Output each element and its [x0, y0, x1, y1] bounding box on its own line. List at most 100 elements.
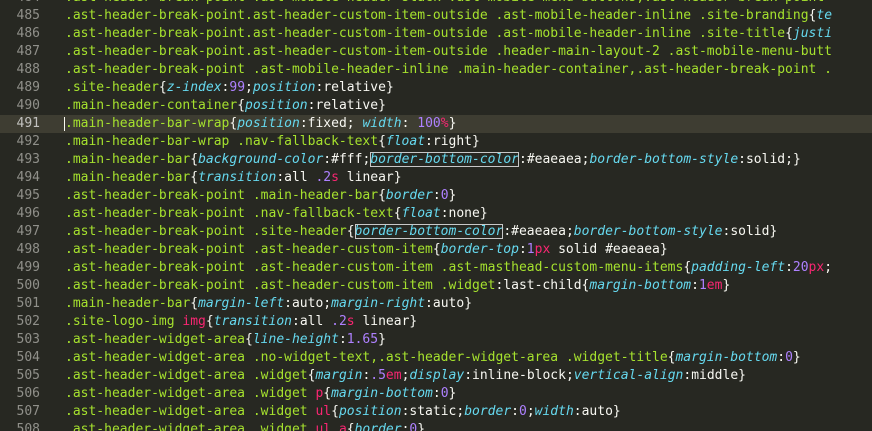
code-text[interactable]: .main-header-bar-wrap{position:fixed; wi… [65, 115, 456, 133]
code-token: : [299, 116, 308, 131]
code-token: : [518, 152, 527, 167]
code-line[interactable]: 499 .ast-header-break-point .ast-header-c… [0, 259, 872, 277]
code-text[interactable]: .ast-header-break-point.ast-header-custo… [65, 7, 832, 25]
code-text[interactable]: .main-header-bar{transition:all .2s line… [65, 169, 402, 187]
code-line[interactable]: 484 .ast-header-break-point .ast-mobile-h… [0, 0, 872, 7]
code-token: :last-child{ [495, 278, 590, 293]
code-text[interactable]: .ast-header-break-point .nav-fallback-te… [65, 205, 488, 223]
code-line[interactable]: 490 .main-header-container{position:relat… [0, 97, 872, 115]
line-number: 486 [16, 26, 40, 41]
code-token: : [518, 242, 527, 257]
code-token: #eaeaea [511, 224, 566, 239]
code-token: .main-header-bar [65, 296, 191, 311]
code-token: { [190, 296, 199, 311]
code-text[interactable]: .ast-header-widget-area .widget p{margin… [65, 385, 456, 403]
line-number: 495 [16, 188, 40, 203]
code-line[interactable]: 503 .ast-header-widget-area{line-height:1… [0, 331, 872, 349]
code-text[interactable]: .ast-header-widget-area .widget ul{posit… [65, 403, 621, 421]
code-token: .ast-header-break-point .site-header [65, 224, 347, 239]
code-token: .main-header-bar [65, 170, 191, 185]
code-line[interactable]: 495 .ast-header-break-point .main-header-… [0, 187, 872, 205]
code-token: .ast-header-widget-area .widget [65, 422, 316, 431]
code-text[interactable]: .ast-header-widget-area .widget{margin:.… [65, 367, 746, 385]
code-token: : [511, 404, 519, 419]
code-line[interactable]: 502 .site-logo-img img{transition:all .2s… [0, 313, 872, 331]
code-text[interactable]: .ast-header-widget-area .no-widget-text,… [65, 349, 801, 367]
code-text[interactable]: .main-header-bar{margin-left:auto;margin… [65, 295, 472, 313]
code-token: .ast-header-break-point.ast-header-custo… [65, 8, 809, 23]
code-token: { [683, 260, 692, 275]
code-line[interactable]: 497 .ast-header-break-point .site-header{… [0, 223, 872, 241]
code-token: { [785, 26, 793, 41]
code-token: .ast-header-widget-area [65, 332, 246, 347]
code-text[interactable]: .main-header-bar-wrap .nav-fallback-text… [65, 133, 480, 151]
code-token: border-top [440, 242, 519, 257]
code-text[interactable]: .main-header-bar{background-color:#fff;b… [65, 151, 801, 169]
code-token: display [409, 368, 465, 383]
code-token: : [738, 152, 746, 167]
code-line[interactable]: 487 .ast-header-break-point.ast-header-cu… [0, 43, 872, 61]
code-text[interactable]: .ast-header-break-point .ast-mobile-head… [65, 61, 832, 79]
code-line[interactable]: 506 .ast-header-widget-area .widget p{mar… [0, 385, 872, 403]
line-number: 508 [16, 422, 40, 431]
code-token: : [276, 170, 285, 185]
code-token: 99 [229, 80, 246, 95]
code-text[interactable]: .ast-header-break-point.ast-header-custo… [65, 43, 832, 61]
code-token: } [769, 224, 778, 239]
code-token: { [378, 134, 386, 149]
code-text[interactable]: .ast-header-break-point .site-header{bor… [65, 223, 777, 241]
code-line[interactable]: 505 .ast-header-widget-area .widget{margi… [0, 367, 872, 385]
code-line[interactable]: 507 .ast-header-widget-area .widget ul{po… [0, 403, 872, 421]
code-line[interactable]: 493 .main-header-bar{background-color:#ff… [0, 151, 872, 169]
code-line-active[interactable]: 491 .main-header-bar-wrap{position:fixed;… [0, 115, 872, 133]
code-token: .2 [315, 170, 332, 185]
code-line[interactable]: 498 .ast-header-break-point .ast-header-c… [0, 241, 872, 259]
code-token: : [440, 206, 449, 221]
code-line[interactable]: 494 .main-header-bar{transition:all .2s l… [0, 169, 872, 187]
code-token: margin-right [331, 296, 426, 311]
code-lines: 484 .ast-header-break-point .ast-mobile-h… [0, 0, 872, 431]
code-token: { [393, 206, 402, 221]
code-line[interactable]: 504 .ast-header-widget-area .no-widget-te… [0, 349, 872, 367]
code-text[interactable]: .ast-header-break-point .main-header-bar… [65, 187, 456, 205]
code-text[interactable]: .ast-header-break-point .ast-header-cust… [65, 259, 832, 277]
line-number: 484 [0, 0, 40, 7]
code-editor[interactable]: 484 .ast-header-break-point .ast-mobile-h… [0, 0, 872, 431]
code-text[interactable]: .site-logo-img img{transition:all .2s li… [65, 313, 417, 331]
code-line[interactable]: 488 .ast-header-break-point .ast-mobile-h… [0, 61, 872, 79]
code-line[interactable]: 486 .ast-header-break-point.ast-header-cu… [0, 25, 872, 43]
code-line[interactable]: 485 .ast-header-break-point.ast-header-cu… [0, 7, 872, 25]
code-text[interactable]: .ast-header-widget-area .widget ul a{bor… [65, 421, 425, 431]
code-text[interactable]: .ast-header-break-point .ast-header-cust… [65, 277, 730, 295]
code-text[interactable]: .main-header-container{position:relative… [65, 97, 386, 115]
line-number: 500 [16, 278, 40, 293]
code-line[interactable]: 508 .ast-header-widget-area .widget ul a{… [0, 421, 872, 431]
code-token: } [722, 278, 731, 293]
code-text[interactable]: .ast-header-break-point .ast-mobile-head… [65, 0, 824, 7]
line-number: 503 [16, 332, 40, 347]
code-text[interactable]: .ast-header-break-point.ast-header-custo… [65, 25, 832, 43]
code-token: transition [198, 170, 277, 185]
code-text[interactable]: .site-header{z-index:99;position:relativ… [65, 79, 394, 97]
line-number: 488 [16, 62, 40, 77]
code-line[interactable]: 489 .site-header{z-index:99;position:rela… [0, 79, 872, 97]
code-token: } [448, 386, 457, 401]
code-line[interactable]: 496 .ast-header-break-point .nav-fallback… [0, 205, 872, 223]
code-token: .2 [331, 314, 347, 329]
code-token: z-index [166, 80, 222, 95]
code-text[interactable]: .ast-header-break-point .ast-header-cust… [65, 241, 668, 259]
code-token: ; [245, 80, 253, 95]
code-line[interactable]: 501 .main-header-bar{margin-left:auto;mar… [0, 295, 872, 313]
code-token: 1.65 [346, 332, 379, 347]
code-token: ; [323, 296, 332, 311]
line-number: 491 [16, 116, 40, 131]
code-token: .site-header [65, 80, 159, 95]
line-number: 494 [16, 170, 40, 185]
code-line[interactable]: 500 .ast-header-break-point .ast-header-c… [0, 277, 872, 295]
code-token: relative [323, 80, 386, 95]
code-token: 0 [518, 404, 527, 419]
line-number: 490 [16, 98, 40, 113]
code-token: #fff [331, 152, 363, 167]
code-text[interactable]: .ast-header-widget-area{line-height:1.65… [65, 331, 386, 349]
code-line[interactable]: 492 .main-header-bar-wrap .nav-fallback-t… [0, 133, 872, 151]
